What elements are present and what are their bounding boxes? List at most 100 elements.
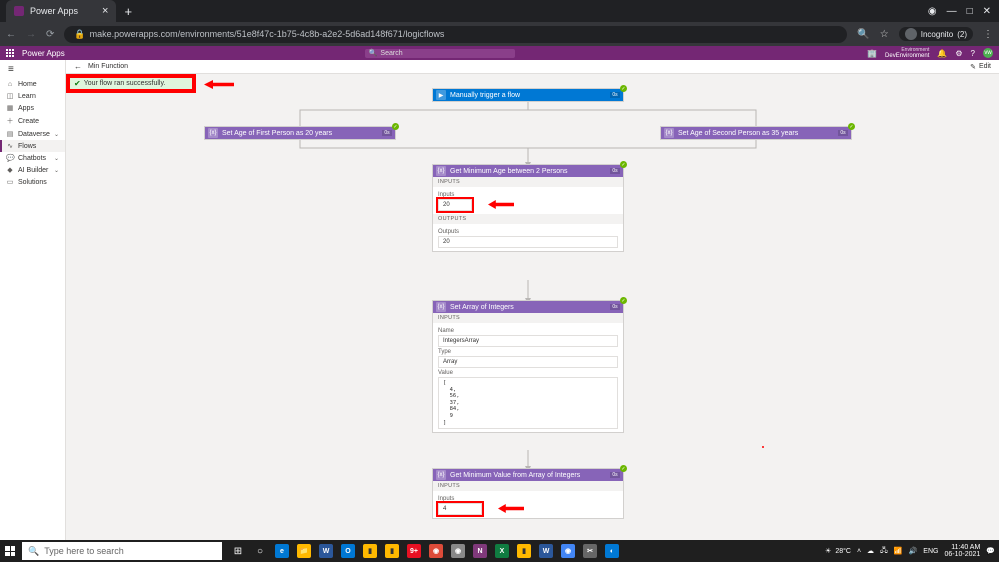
- taskbar-app[interactable]: X: [492, 542, 512, 560]
- search-icon: 🔍: [28, 546, 39, 557]
- variable-icon: {x}: [208, 128, 218, 138]
- nav-solutions[interactable]: ▭Solutions: [0, 176, 65, 188]
- settings-icon[interactable]: ⚙: [955, 49, 962, 58]
- weather-widget[interactable]: ☀ 28°C: [825, 547, 851, 555]
- taskbar-app[interactable]: ▮: [360, 542, 380, 560]
- aibuilder-icon: ◆: [6, 166, 14, 174]
- duration-badge: 0s: [838, 130, 848, 136]
- site-info-icon[interactable]: 🔒: [74, 29, 85, 40]
- taskbar-app[interactable]: ◉: [426, 542, 446, 560]
- nav-create[interactable]: ＋Create: [0, 114, 65, 128]
- task-view-icon[interactable]: ⊞: [228, 542, 248, 560]
- tray-volume-icon[interactable]: 🔊: [909, 547, 918, 555]
- status-success-icon: ✓: [848, 123, 855, 130]
- solutions-icon: ▭: [6, 178, 14, 186]
- array-value: [ 4, 56, 37, 84, 9 ]: [438, 377, 618, 429]
- new-tab-button[interactable]: +: [124, 4, 132, 19]
- minarr-inputs-value: 4: [438, 503, 482, 515]
- taskbar-app[interactable]: ◐: [602, 542, 622, 560]
- browser-toolbar: ← → ⟳ 🔒 make.powerapps.com/environments/…: [0, 22, 999, 46]
- nav-flows[interactable]: ∿Flows: [0, 140, 65, 152]
- taskbar-app[interactable]: ▮: [514, 542, 534, 560]
- learn-icon: ◫: [6, 92, 14, 100]
- incognito-badge[interactable]: Incognito (2): [899, 27, 973, 41]
- flows-icon: ∿: [6, 142, 14, 150]
- nav-chatbots[interactable]: 💬Chatbots⌄: [0, 152, 65, 164]
- maximize-button[interactable]: □: [967, 6, 973, 17]
- browser-tab[interactable]: Power Apps ×: [6, 0, 116, 22]
- tray-language[interactable]: ENG: [923, 548, 938, 555]
- tray-chevron-icon[interactable]: ˄: [857, 548, 861, 555]
- close-window-button[interactable]: ✕: [983, 6, 991, 17]
- user-avatar[interactable]: vw: [983, 48, 993, 58]
- environment-picker[interactable]: Environment DevEnvironment: [885, 48, 929, 59]
- nav-apps[interactable]: ▦Apps: [0, 102, 65, 114]
- nav-home[interactable]: ⌂Home: [0, 79, 65, 90]
- tray-cloud-icon[interactable]: ☁: [867, 547, 874, 555]
- taskbar-app[interactable]: ◉: [448, 542, 468, 560]
- minimize-button[interactable]: —: [947, 6, 957, 17]
- status-success-icon: ✓: [620, 161, 627, 168]
- taskbar-app[interactable]: W: [316, 542, 336, 560]
- notifications-icon[interactable]: 🔔: [937, 49, 947, 58]
- action-center-icon[interactable]: 💬: [986, 547, 995, 555]
- tab-favicon: [14, 6, 24, 16]
- status-success-icon: ✓: [620, 465, 627, 472]
- taskbar-app[interactable]: W: [536, 542, 556, 560]
- tab-title: Power Apps: [30, 6, 78, 16]
- zoom-icon[interactable]: 🔍: [857, 29, 869, 40]
- taskbar-app[interactable]: N: [470, 542, 490, 560]
- app-brand: Power Apps: [22, 49, 65, 58]
- nav-hamburger-icon[interactable]: ≡: [0, 60, 65, 79]
- duration-badge: 0s: [610, 168, 620, 174]
- edit-button[interactable]: ✎Edit: [970, 63, 991, 71]
- card-trigger[interactable]: ▶ Manually trigger a flow 0s ✓: [432, 88, 624, 102]
- start-button[interactable]: [0, 540, 20, 562]
- system-clock[interactable]: 11:40 AM 06-10-2021: [944, 544, 980, 558]
- app-launcher-icon[interactable]: [6, 49, 16, 57]
- card-min-array[interactable]: {x} Get Minimum Value from Array of Inte…: [432, 468, 624, 519]
- tray-network-icon[interactable]: 🖧: [880, 546, 888, 557]
- card-set-array[interactable]: {x} Set Array of Integers 0s ✓ INPUTS Na…: [432, 300, 624, 433]
- card-set-age-1[interactable]: {x} Set Age of First Person as 20 years …: [204, 126, 396, 140]
- taskbar-app[interactable]: ✂: [580, 542, 600, 560]
- chevron-down-icon: ⌄: [54, 131, 59, 138]
- taskbar-app[interactable]: 9+: [404, 542, 424, 560]
- nav-learn[interactable]: ◫Learn: [0, 90, 65, 102]
- back-button[interactable]: ←: [6, 29, 16, 40]
- tray-wifi-icon[interactable]: 📶: [894, 547, 903, 555]
- help-icon[interactable]: ?: [971, 49, 975, 58]
- taskbar-app[interactable]: O: [338, 542, 358, 560]
- variable-icon: {x}: [436, 302, 446, 312]
- taskbar-search[interactable]: 🔍 Type here to search: [22, 542, 222, 560]
- bookmark-icon[interactable]: ☆: [880, 29, 889, 40]
- taskbar-app[interactable]: ▮: [382, 542, 402, 560]
- taskbar-app[interactable]: 📁: [294, 542, 314, 560]
- create-icon: ＋: [6, 116, 14, 126]
- flow-canvas-area[interactable]: ← Min Function ✎Edit ✔ Your flow ran suc…: [66, 60, 999, 540]
- app-search[interactable]: 🔍 Search: [365, 49, 515, 58]
- nav-dataverse[interactable]: ▤Dataverse⌄: [0, 128, 65, 140]
- environment-icon[interactable]: 🏢: [867, 49, 877, 58]
- duration-badge: 0s: [610, 472, 620, 478]
- card-set-age-2[interactable]: {x} Set Age of Second Person as 35 years…: [660, 126, 852, 140]
- address-bar[interactable]: 🔒 make.powerapps.com/environments/51e8f4…: [64, 26, 847, 43]
- nav-aibuilder[interactable]: ◆AI Builder⌄: [0, 164, 65, 176]
- duration-badge: 0s: [610, 304, 620, 310]
- taskbar-app[interactable]: e: [272, 542, 292, 560]
- reload-button[interactable]: ⟳: [46, 29, 54, 40]
- tab-close-icon[interactable]: ×: [102, 5, 108, 17]
- variable-icon: {x}: [436, 166, 446, 176]
- cortana-icon[interactable]: ○: [250, 542, 270, 560]
- back-arrow-icon[interactable]: ←: [74, 62, 82, 71]
- status-success-icon: ✓: [620, 85, 627, 92]
- breadcrumb-bar: ← Min Function ✎Edit: [66, 60, 999, 74]
- forward-button[interactable]: →: [26, 29, 36, 40]
- taskbar-app[interactable]: ◉: [558, 542, 578, 560]
- app-header: Power Apps 🔍 Search 🏢 Environment DevEnv…: [0, 46, 999, 60]
- trigger-icon: ▶: [436, 90, 446, 100]
- duration-badge: 0s: [382, 130, 392, 136]
- browser-menu-icon[interactable]: ⋮: [983, 29, 993, 40]
- weather-icon: ☀: [825, 547, 831, 555]
- card-min-two-persons[interactable]: {x} Get Minimum Age between 2 Persons 0s…: [432, 164, 624, 252]
